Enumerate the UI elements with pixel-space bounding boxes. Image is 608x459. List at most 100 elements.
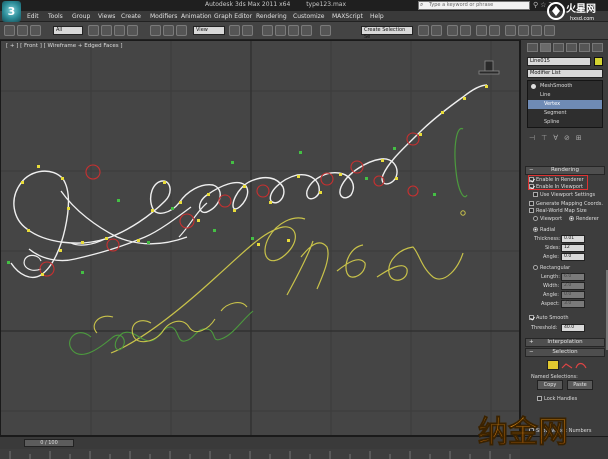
mirror-icon[interactable]: [418, 25, 429, 36]
graphite-icon[interactable]: [460, 25, 471, 36]
schematic-icon[interactable]: [489, 25, 500, 36]
tab-display-icon[interactable]: [579, 43, 590, 52]
rect-angle-spinner[interactable]: 0.0: [561, 291, 585, 299]
object-name-field[interactable]: Line015: [527, 57, 591, 66]
tab-modify-icon[interactable]: [540, 43, 551, 52]
selection-filter-dropdown[interactable]: All: [53, 26, 83, 35]
window-crossing-icon[interactable]: [127, 25, 138, 36]
tab-create-icon[interactable]: [527, 43, 538, 52]
modifier-list-dropdown[interactable]: Modifier List: [527, 69, 603, 78]
align-icon[interactable]: [431, 25, 442, 36]
manipulate-icon[interactable]: [242, 25, 253, 36]
layer-manager-icon[interactable]: [447, 25, 458, 36]
make-unique-icon[interactable]: ∀: [553, 134, 564, 142]
redo-icon[interactable]: [17, 25, 28, 36]
rotate-icon[interactable]: [163, 25, 174, 36]
generate-mapping-checkbox[interactable]: Generate Mapping Coords.: [529, 201, 603, 207]
lock-handles-checkbox[interactable]: Lock Handles: [537, 396, 577, 402]
rendered-frame-icon[interactable]: [531, 25, 542, 36]
configure-sets-icon[interactable]: ⊞: [576, 134, 588, 142]
viewport-label[interactable]: [ + ] [ Front ] [ Wireframe + Edged Face…: [6, 43, 123, 49]
light-bulb-icon[interactable]: [531, 84, 536, 89]
angle-spinner[interactable]: 0.0: [561, 253, 585, 261]
menu-views[interactable]: Views: [98, 13, 115, 20]
viewport-canvas[interactable]: [1, 41, 520, 436]
show-end-result-icon[interactable]: ⊤: [541, 134, 553, 142]
length-spinner[interactable]: 6.0: [561, 273, 585, 281]
menu-edit[interactable]: Edit: [27, 13, 39, 20]
svg-text:hxsd.com: hxsd.com: [570, 16, 594, 22]
menu-modifiers[interactable]: Modifiers: [150, 13, 177, 20]
menu-graph-editor[interactable]: Graph Editor: [214, 13, 252, 20]
snap-icon[interactable]: [262, 25, 273, 36]
menu-customize[interactable]: Customize: [293, 13, 325, 20]
undo-icon[interactable]: [4, 25, 15, 36]
render-icon[interactable]: [544, 25, 555, 36]
timeline-ruler[interactable]: [0, 449, 520, 459]
rectangular-radio[interactable]: Rectangular: [533, 265, 570, 271]
stack-item-meshsmooth[interactable]: MeshSmooth: [528, 82, 602, 91]
menu-create[interactable]: Create: [121, 13, 141, 20]
renderer-radio[interactable]: Renderer: [569, 216, 599, 222]
thickness-spinner[interactable]: 0.01: [561, 235, 585, 243]
tab-hierarchy-icon[interactable]: [553, 43, 564, 52]
menu-maxscript[interactable]: MAXScript: [332, 13, 363, 20]
pin-stack-icon[interactable]: ⊣: [529, 134, 541, 142]
stack-item-line[interactable]: Line: [528, 91, 602, 100]
auto-smooth-checkbox[interactable]: Auto Smooth: [529, 315, 569, 321]
width-spinner[interactable]: 2.0: [561, 282, 585, 290]
angle-snap-icon[interactable]: [275, 25, 286, 36]
segment-mode-icon[interactable]: [561, 362, 573, 370]
time-slider[interactable]: 0 / 100: [24, 439, 74, 447]
aspect-spinner[interactable]: 3.0: [561, 300, 585, 308]
curve-editor-icon[interactable]: [476, 25, 487, 36]
paste-button[interactable]: Paste: [567, 380, 593, 390]
menu-animation[interactable]: Animation: [181, 13, 212, 20]
render-setup-icon[interactable]: [518, 25, 529, 36]
select-by-name-icon[interactable]: [101, 25, 112, 36]
tab-utilities-icon[interactable]: [592, 43, 603, 52]
stack-item-spline[interactable]: Spline: [528, 118, 602, 127]
viewport-radio[interactable]: Viewport: [533, 216, 562, 222]
modifier-stack[interactable]: MeshSmooth Line Vertex Segment Spline: [527, 80, 603, 128]
menu-tools[interactable]: Tools: [48, 13, 63, 20]
radial-radio[interactable]: Radial: [533, 227, 555, 233]
viewport-front[interactable]: [ + ] [ Front ] [ Wireframe + Edged Face…: [0, 40, 520, 436]
rect-selection-icon[interactable]: [114, 25, 125, 36]
pivot-icon[interactable]: [229, 25, 240, 36]
use-viewport-settings-checkbox[interactable]: Use Viewport Settings: [533, 192, 595, 198]
show-vertex-numbers-checkbox[interactable]: Show Vertex Numbers: [529, 428, 591, 434]
collapse-icon: −: [529, 167, 534, 173]
scale-icon[interactable]: [176, 25, 187, 36]
app-logo[interactable]: 3: [2, 1, 21, 22]
real-world-map-checkbox[interactable]: Real-World Map Size: [529, 208, 587, 214]
remove-modifier-icon[interactable]: ⊘: [564, 134, 576, 142]
stack-item-vertex[interactable]: Vertex: [528, 100, 602, 109]
interpolation-rollout[interactable]: + Interpolation: [525, 338, 605, 347]
object-color-swatch[interactable]: [594, 57, 603, 66]
search-input[interactable]: ⌕ Type a keyword or phrase: [418, 1, 530, 10]
tab-motion-icon[interactable]: [566, 43, 577, 52]
threshold-spinner[interactable]: 40.0: [561, 324, 585, 332]
sides-spinner[interactable]: 12: [561, 244, 585, 252]
ref-coord-dropdown[interactable]: View: [193, 26, 225, 35]
link-icon[interactable]: [30, 25, 41, 36]
spline-mode-icon[interactable]: [575, 362, 587, 370]
window-title: Autodesk 3ds Max 2011 x64 type123.max: [205, 1, 360, 8]
select-object-icon[interactable]: [88, 25, 99, 36]
selection-rollout[interactable]: − Selection: [525, 348, 605, 357]
rendering-rollout[interactable]: − Rendering: [525, 166, 605, 175]
watermark-hxsd: 火星网 hxsd.com: [547, 2, 596, 22]
menu-group[interactable]: Group: [72, 13, 90, 20]
percent-snap-icon[interactable]: [288, 25, 299, 36]
edit-named-sel-icon[interactable]: [320, 25, 331, 36]
copy-button[interactable]: Copy: [537, 380, 563, 390]
move-icon[interactable]: [150, 25, 161, 36]
spinner-snap-icon[interactable]: [301, 25, 312, 36]
material-editor-icon[interactable]: [505, 25, 516, 36]
stack-item-segment[interactable]: Segment: [528, 109, 602, 118]
vertex-mode-icon[interactable]: [547, 360, 559, 370]
menu-rendering[interactable]: Rendering: [256, 13, 287, 20]
menu-help[interactable]: Help: [370, 13, 384, 20]
named-selection-dropdown[interactable]: Create Selection Se: [361, 26, 413, 40]
